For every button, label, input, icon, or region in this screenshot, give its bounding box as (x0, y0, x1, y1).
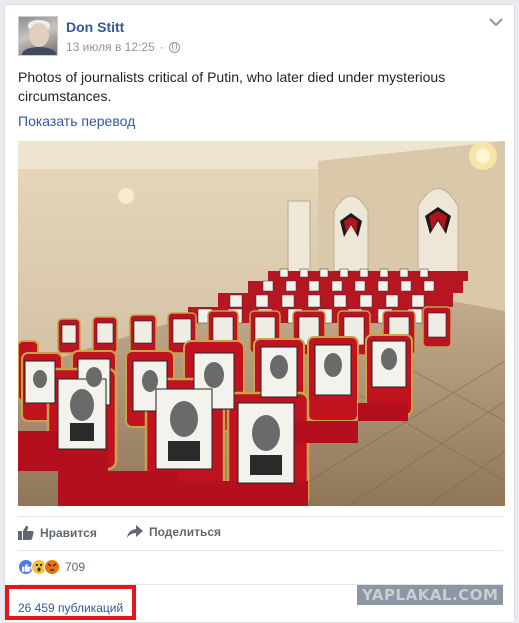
hall-photo-illustration (18, 141, 505, 506)
post-timestamp[interactable]: 13 июля в 12:25 (66, 40, 155, 54)
chevron-down-icon[interactable] (488, 16, 504, 28)
post-photo[interactable] (18, 141, 505, 506)
action-divider-top (18, 516, 503, 517)
share-button[interactable]: Поделиться (127, 525, 221, 539)
show-translation-link[interactable]: Показать перевод (18, 113, 135, 129)
reactions-summary[interactable]: 709 (18, 559, 85, 575)
share-arrow-icon (127, 525, 143, 538)
author-name[interactable]: Don Stitt (66, 19, 124, 35)
post-text: Photos of journalists critical of Putin,… (18, 69, 446, 104)
highlight-box (5, 585, 136, 620)
share-label: Поделиться (149, 525, 222, 539)
post-card: Don Stitt 13 июля в 12:25 · Photos of jo… (4, 4, 515, 623)
like-label: Нравится (40, 525, 97, 540)
like-button[interactable]: Нравится (18, 525, 97, 540)
thumbs-up-icon (18, 525, 34, 540)
yaplakal-watermark: YAPLAKAL.COM (357, 585, 504, 605)
post-meta: 13 июля в 12:25 · (66, 40, 180, 54)
author-avatar[interactable] (18, 16, 58, 56)
action-divider-bottom (18, 550, 503, 551)
globe-icon (168, 41, 180, 53)
angry-icon (44, 559, 60, 575)
reactions-count: 709 (65, 560, 86, 574)
